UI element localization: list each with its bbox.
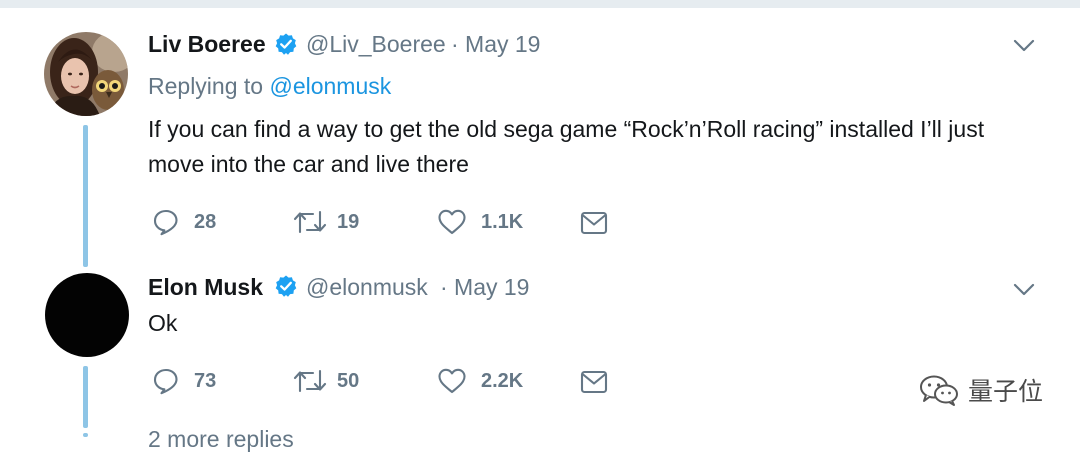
retweet-button[interactable]: 50 (293, 367, 359, 395)
avatar-photo (44, 32, 128, 116)
username[interactable]: @Liv_Boeree (306, 31, 446, 58)
direct-message-button[interactable] (580, 369, 608, 395)
retweet-icon (293, 369, 327, 393)
direct-message-button[interactable] (580, 210, 608, 236)
tweet-date[interactable]: · May 19 (440, 274, 529, 301)
top-divider (0, 0, 1080, 8)
tweet-text: If you can find a way to get the old seg… (148, 116, 985, 177)
reply-button[interactable]: 73 (152, 367, 216, 395)
like-count: 2.2K (481, 369, 524, 392)
reply-count: 28 (194, 210, 217, 233)
tweet-text: Ok (148, 310, 178, 336)
verified-badge-icon (275, 275, 297, 297)
like-button[interactable]: 1.1K (437, 208, 523, 236)
avatar[interactable] (44, 32, 128, 116)
display-name[interactable]: Liv Boeree (148, 31, 266, 58)
replying-to-label: Replying to (148, 73, 270, 99)
like-button[interactable]: 2.2K (437, 367, 523, 395)
chevron-down-icon[interactable] (1013, 283, 1035, 297)
wechat-icon (920, 375, 958, 406)
direct-message-icon (580, 211, 608, 235)
retweet-count: 50 (337, 369, 360, 392)
retweet-button[interactable]: 19 (293, 208, 359, 236)
reply-count: 73 (194, 369, 217, 392)
verified-badge-icon (275, 33, 297, 55)
more-replies-link[interactable]: 2 more replies (148, 426, 294, 453)
reply-icon (153, 368, 178, 395)
direct-message-icon (580, 370, 608, 394)
tweet-date[interactable]: · May 19 (451, 31, 540, 58)
retweet-count: 19 (337, 210, 360, 233)
display-name[interactable]: Elon Musk (148, 274, 263, 301)
reply-button[interactable]: 28 (152, 208, 216, 236)
watermark: 量子位 (918, 372, 1043, 408)
avatar[interactable] (45, 273, 129, 357)
thread-connector-line (83, 125, 88, 267)
retweet-icon (293, 210, 327, 234)
replying-to-link[interactable]: @elonmusk (269, 73, 391, 99)
like-heart-icon (438, 368, 466, 394)
reply-icon (153, 209, 178, 236)
like-count: 1.1K (481, 210, 524, 233)
watermark-text: 量子位 (968, 377, 1044, 406)
chevron-down-icon[interactable] (1013, 39, 1035, 53)
username[interactable]: @elonmusk (306, 274, 428, 301)
like-heart-icon (438, 209, 466, 235)
thread-connector-line (83, 366, 88, 428)
replying-to: Replying to @elonmusk (148, 73, 391, 100)
thread-connector-dot (83, 433, 88, 437)
